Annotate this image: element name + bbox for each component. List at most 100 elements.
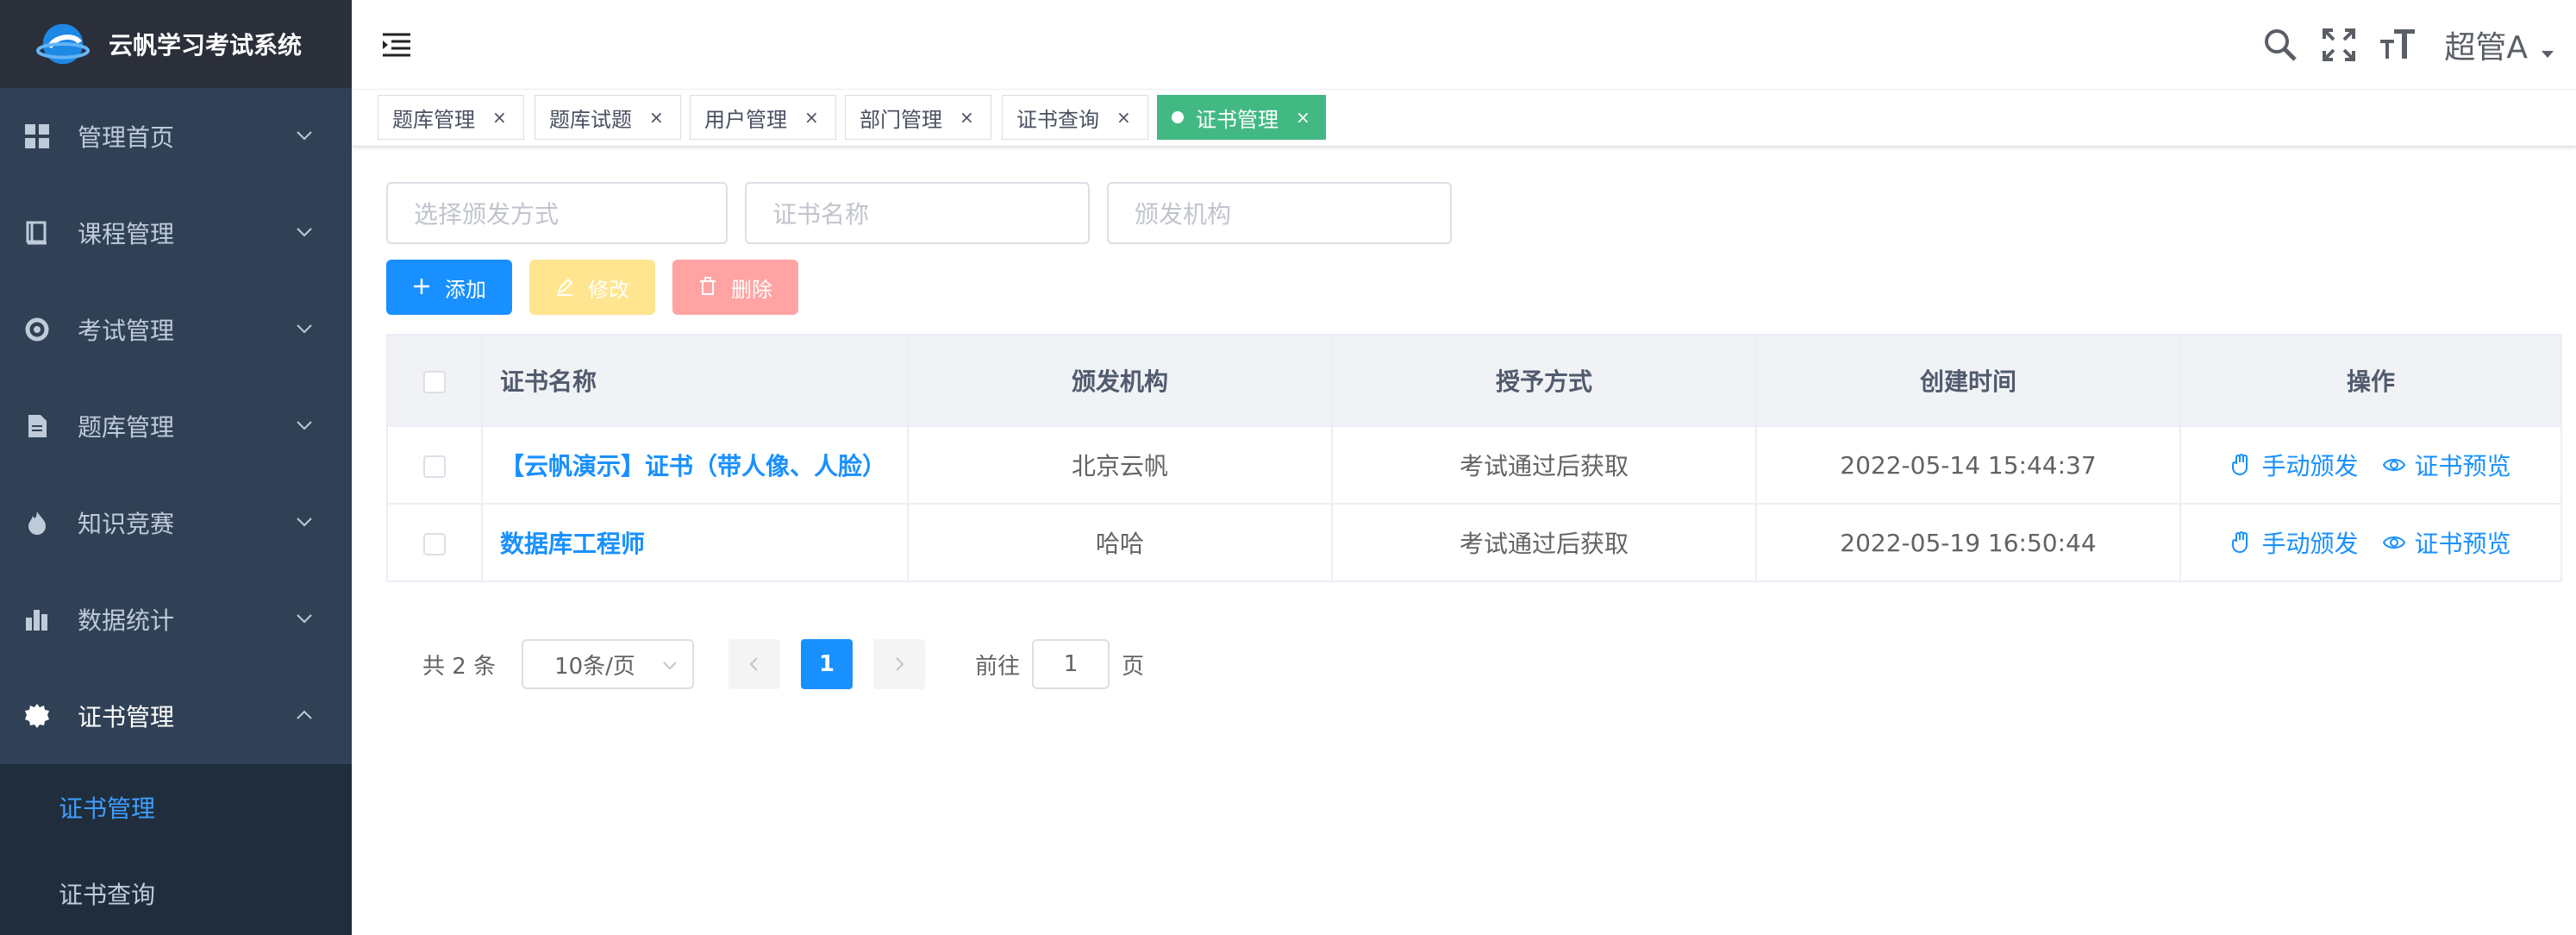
column-header-name: 证书名称 (482, 335, 909, 427)
tag-label: 题库试题 (549, 107, 632, 132)
close-icon[interactable]: × (649, 107, 664, 128)
issue-label: 手动颁发 (2261, 452, 2359, 480)
close-icon[interactable]: × (1296, 107, 1310, 128)
certificate-name-link[interactable]: 【云帆演示】证书（带人像、人脸） (500, 452, 886, 480)
cell-method: 考试通过后获取 (1332, 426, 1757, 505)
table-header-row: 证书名称 颁发机构 授予方式 创建时间 操作 (387, 335, 2562, 427)
hamburger-icon[interactable] (381, 29, 412, 60)
certificate-table: 证书名称 颁发机构 授予方式 创建时间 操作 【云帆演示】证书（带人像、人脸） … (386, 334, 2562, 582)
row-select-cell (387, 504, 483, 582)
sidebar-item-contest[interactable]: 知识竞赛 (0, 474, 352, 571)
sidebar-item-label: 知识竞赛 (78, 510, 175, 538)
tag-certificate-query[interactable]: 证书查询 × (1002, 95, 1148, 140)
fullscreen-icon[interactable] (2320, 26, 2358, 64)
preview-button[interactable]: 证书预览 (2383, 525, 2510, 560)
caret-down-icon[interactable] (2540, 47, 2555, 62)
goto-page-input[interactable]: 1 (1032, 639, 1110, 689)
issuer-input[interactable]: 颁发机构 (1107, 182, 1452, 244)
tag-label: 证书查询 (1016, 107, 1099, 132)
cell-created: 2022-05-14 15:44:37 (1756, 426, 2181, 505)
bar-chart-icon (24, 606, 50, 632)
chevron-down-icon (297, 614, 312, 624)
next-page-button[interactable] (873, 639, 926, 689)
certificate-name-link[interactable]: 数据库工程师 (500, 530, 645, 558)
chevron-down-icon (297, 421, 312, 430)
tag-users[interactable]: 用户管理 × (690, 95, 836, 140)
chevron-left-icon (749, 657, 758, 671)
preview-button[interactable]: 证书预览 (2383, 448, 2510, 482)
edit-button[interactable]: 修改 (529, 260, 655, 315)
submenu-item-certificate-query[interactable]: 证书查询 (0, 850, 352, 935)
user-name[interactable]: 超管A (2444, 22, 2528, 67)
close-icon[interactable]: × (492, 107, 507, 128)
sidebar-item-certificate[interactable]: 证书管理 (0, 668, 352, 764)
cell-name: 【云帆演示】证书（带人像、人脸） (482, 426, 909, 505)
pagination: 共 2 条 10条/页 1 前往 1 页 (422, 639, 1144, 689)
tag-questions[interactable]: 题库试题 × (535, 95, 681, 140)
main-content: 选择颁发方式 证书名称 颁发机构 添加 修改 删除 证书名称 颁发机构 授予方式… (352, 147, 2576, 935)
cell-actions: 手动颁发 证书预览 (2180, 426, 2562, 505)
sidebar-item-question-bank[interactable]: 题库管理 (0, 378, 352, 474)
sidebar-item-course[interactable]: 课程管理 (0, 185, 352, 281)
goto-label: 前往 (975, 653, 1021, 680)
page-size-select[interactable]: 10条/页 (522, 639, 695, 689)
issue-button[interactable]: 手动颁发 (2231, 448, 2359, 482)
prev-page-button[interactable] (728, 639, 781, 689)
tag-label: 题库管理 (392, 107, 475, 132)
sidebar-item-statistics[interactable]: 数据统计 (0, 571, 352, 668)
trash-icon (698, 277, 719, 298)
tag-label: 部门管理 (860, 107, 942, 132)
chevron-down-icon (297, 228, 312, 237)
select-all-checkbox[interactable] (423, 370, 446, 393)
issue-button[interactable]: 手动颁发 (2231, 525, 2359, 560)
certificate-name-input[interactable]: 证书名称 (745, 182, 1090, 244)
chevron-down-icon (297, 518, 312, 527)
row-checkbox[interactable] (423, 455, 446, 478)
close-icon[interactable]: × (1116, 107, 1131, 128)
tag-departments[interactable]: 部门管理 × (845, 95, 991, 140)
navbar: 超管A (352, 0, 2576, 90)
add-button[interactable]: 添加 (386, 260, 512, 315)
cell-created: 2022-05-19 16:50:44 (1756, 504, 2181, 582)
certificate-submenu: 证书管理 证书查询 (0, 764, 352, 935)
tags-view: 题库管理 × 题库试题 × 用户管理 × 部门管理 × 证书查询 × 证书管理 … (352, 90, 2576, 147)
logo-icon (36, 23, 90, 65)
chevron-down-icon (663, 662, 677, 670)
issue-method-select[interactable]: 选择颁发方式 (386, 182, 728, 244)
logo-bar[interactable]: 云帆学习考试系统 (0, 0, 352, 88)
cell-method: 考试通过后获取 (1332, 504, 1757, 582)
close-icon[interactable]: × (804, 107, 819, 128)
preview-label: 证书预览 (2414, 530, 2511, 558)
delete-button[interactable]: 删除 (672, 260, 798, 315)
table-row: 【云帆演示】证书（带人像、人脸） 北京云帆 考试通过后获取 2022-05-14… (387, 426, 2562, 505)
row-checkbox[interactable] (423, 532, 446, 555)
page-number-current[interactable]: 1 (801, 639, 853, 689)
close-icon[interactable]: × (960, 107, 974, 128)
sidebar-item-exam[interactable]: 考试管理 (0, 281, 352, 378)
tag-question-bank[interactable]: 题库管理 × (378, 95, 524, 140)
font-size-icon[interactable] (2379, 26, 2417, 64)
eye-icon (2383, 454, 2406, 476)
cell-org: 北京云帆 (908, 426, 1333, 505)
submenu-item-certificate-manage[interactable]: 证书管理 (0, 764, 352, 850)
hand-icon (2231, 454, 2254, 476)
add-button-label: 添加 (445, 277, 486, 302)
navbar-right: 超管A (2261, 0, 2576, 90)
sidebar-item-dashboard[interactable]: 管理首页 (0, 88, 352, 185)
tag-certificate-manage[interactable]: 证书管理 × (1157, 95, 1326, 140)
search-icon[interactable] (2261, 26, 2299, 64)
tag-label: 用户管理 (704, 107, 787, 132)
plus-icon (412, 277, 433, 298)
page-size-value: 10条/页 (554, 653, 635, 680)
tag-label: 证书管理 (1196, 107, 1279, 132)
exam-icon (24, 317, 50, 342)
page-suffix: 页 (1122, 653, 1145, 680)
fire-icon (24, 510, 50, 536)
cell-name: 数据库工程师 (482, 504, 909, 582)
eye-icon (2383, 531, 2406, 554)
dashboard-icon (24, 123, 50, 149)
column-header-org: 颁发机构 (908, 335, 1333, 427)
book-icon (24, 220, 50, 246)
edit-button-label: 修改 (588, 277, 629, 302)
sidebar: 云帆学习考试系统 管理首页 课程管理 考试管理 题库管理 知识竞赛 数据统计 证… (0, 0, 352, 935)
